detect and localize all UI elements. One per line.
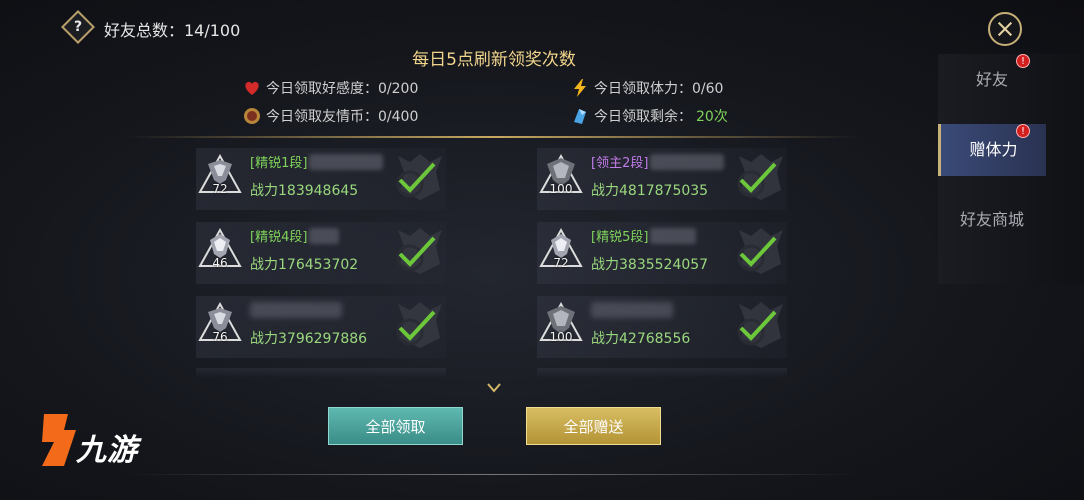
received-check-icon[interactable] xyxy=(390,224,448,278)
tab-label: 好友商城 xyxy=(959,210,1024,229)
received-check-icon[interactable] xyxy=(731,224,789,278)
blurred-name xyxy=(650,227,697,244)
heart-icon xyxy=(245,81,259,95)
rank-title: [领主2段] xyxy=(591,152,725,171)
friend-card[interactable]: 46 [精锐4段] 战力176453702 xyxy=(196,222,446,284)
blurred-name xyxy=(250,302,342,318)
tab-label: 好友 xyxy=(975,70,1008,89)
divider xyxy=(128,474,858,475)
divider xyxy=(128,136,858,138)
side-tabs: 好友 ! 赠体力 ! 好友商城 xyxy=(938,54,1084,284)
stat-coins: 今日领取友情币：0/400 xyxy=(242,106,418,126)
rank-title: [精锐5段] xyxy=(591,226,697,245)
gift-all-button[interactable]: 全部赠送 xyxy=(526,407,661,445)
crystal-icon xyxy=(574,109,586,124)
received-check-icon[interactable] xyxy=(390,150,448,204)
tab-friend-shop[interactable]: 好友商城 xyxy=(938,194,1046,246)
refresh-title: 每日5点刷新领奖次数 xyxy=(412,50,576,70)
notification-badge: ! xyxy=(1016,124,1030,138)
blurred-name xyxy=(591,302,673,318)
stat-remaining: 今日领取剩余： 20次 xyxy=(570,106,728,126)
friend-card[interactable]: 100 战力42768556 xyxy=(537,296,787,358)
list-item-partial xyxy=(537,368,787,378)
tab-label: 赠体力 xyxy=(969,140,1018,159)
level: 76 xyxy=(212,330,228,344)
help-icon[interactable]: ? xyxy=(61,10,95,44)
stat-favor: 今日领取好感度：0/200 xyxy=(242,78,418,98)
rank-title: [精锐1段] xyxy=(250,152,384,171)
stat-stamina: 今日领取体力：0/60 xyxy=(570,78,723,98)
level: 72 xyxy=(553,256,569,270)
notification-badge: ! xyxy=(1016,54,1030,68)
watermark-text: 九游 xyxy=(76,433,138,468)
coin-icon xyxy=(244,108,260,124)
friend-card[interactable]: 100 [领主2段] 战力4817875035 xyxy=(537,148,787,210)
received-check-icon[interactable] xyxy=(731,298,789,352)
received-check-icon[interactable] xyxy=(731,150,789,204)
level: 72 xyxy=(212,182,228,196)
level: 46 xyxy=(212,256,228,270)
scroll-down-icon[interactable] xyxy=(487,383,501,393)
combat-power: 战力176453702 xyxy=(250,257,359,273)
combat-power: 战力3835524057 xyxy=(591,257,709,273)
close-button[interactable] xyxy=(988,12,1022,46)
level: 100 xyxy=(549,330,573,344)
friend-card[interactable]: 76 战力3796297886 xyxy=(196,296,446,358)
rank-title: [精锐4段] xyxy=(250,226,340,245)
receive-all-button[interactable]: 全部领取 xyxy=(328,407,463,445)
received-check-icon[interactable] xyxy=(390,298,448,352)
friend-card[interactable]: 72 [精锐1段] 战力183948645 xyxy=(196,148,446,210)
list-item-partial xyxy=(196,368,446,378)
lightning-icon xyxy=(574,79,586,97)
friend-card[interactable]: 72 [精锐5段] 战力3835524057 xyxy=(537,222,787,284)
combat-power: 战力3796297886 xyxy=(250,331,368,347)
blurred-name xyxy=(650,153,725,170)
level: 100 xyxy=(549,182,573,196)
combat-power: 战力42768556 xyxy=(591,331,691,347)
combat-power: 战力4817875035 xyxy=(591,183,709,199)
blurred-name xyxy=(309,153,384,170)
combat-power: 战力183948645 xyxy=(250,183,359,199)
friend-total: 好友总数：14/100 xyxy=(104,21,241,40)
blurred-name xyxy=(309,227,340,244)
